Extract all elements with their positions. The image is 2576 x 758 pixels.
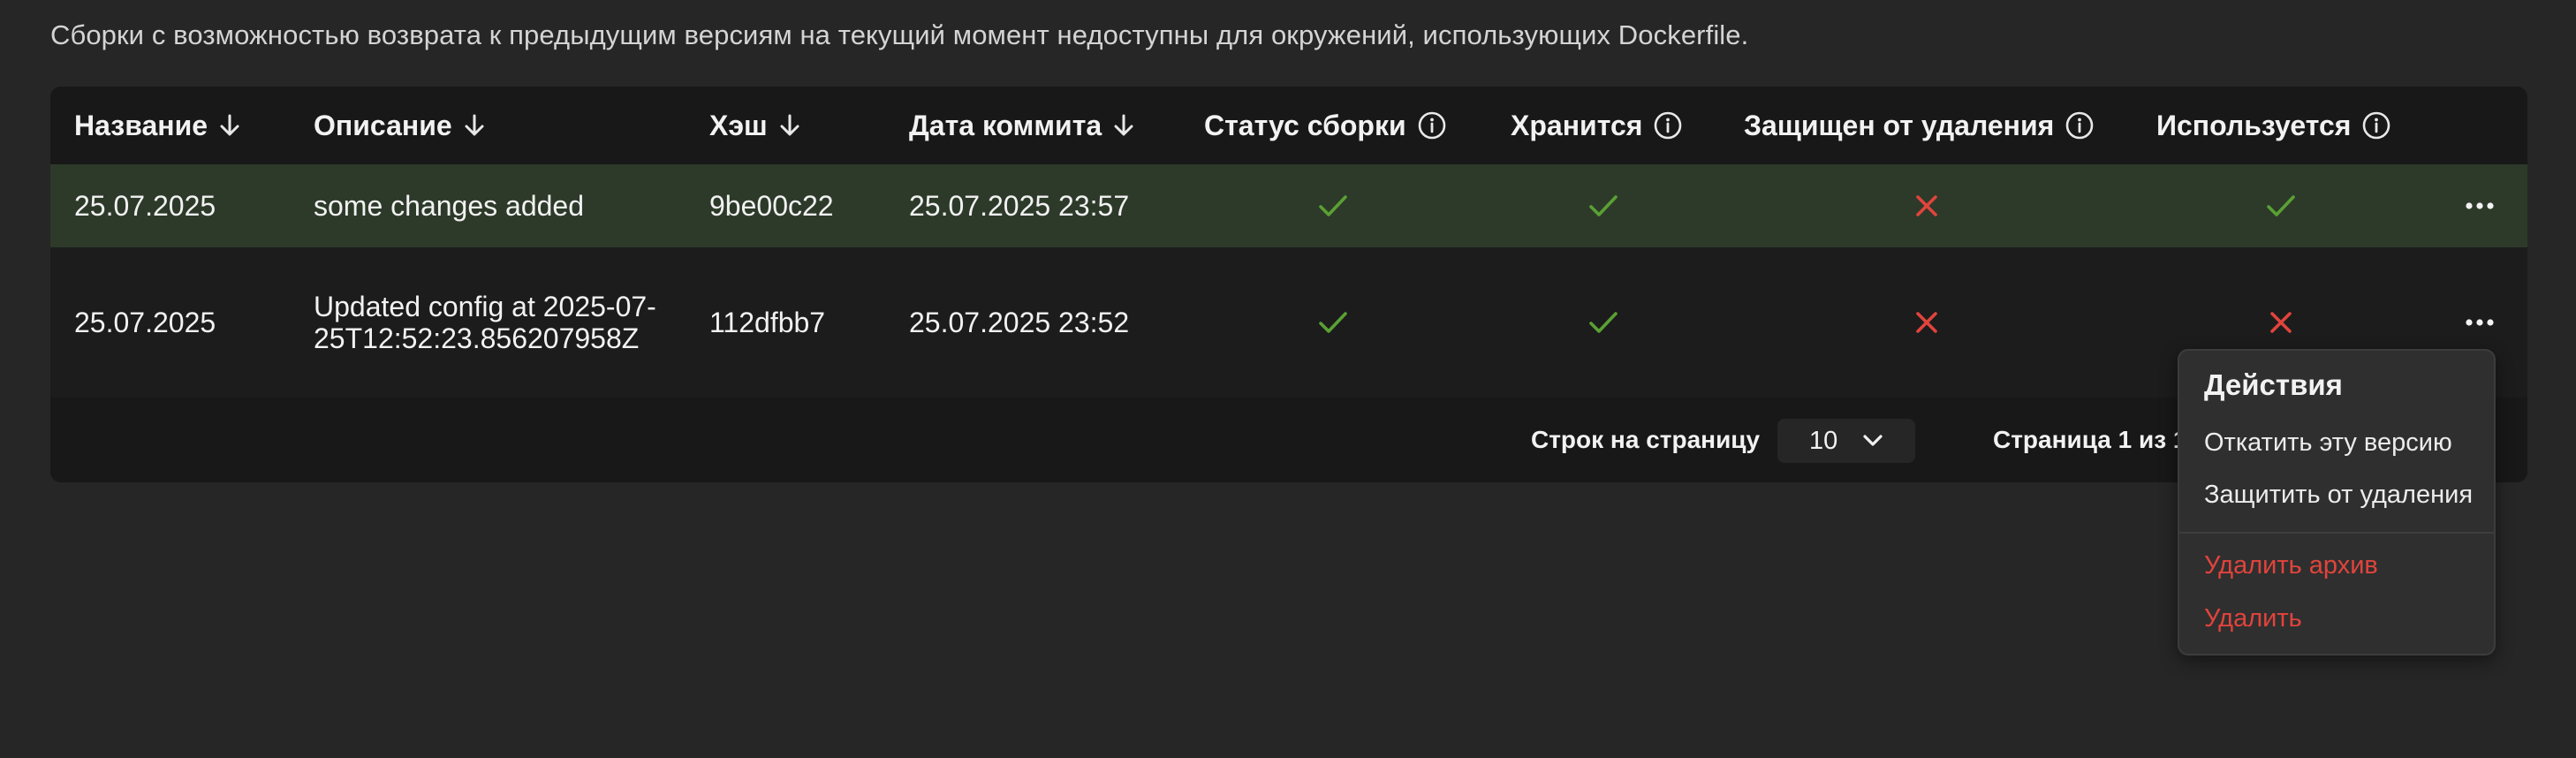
table-row[interactable]: 25.07.2025 Updated config at 2025-07-25T… — [50, 247, 2527, 398]
cell-name: 25.07.2025 — [74, 306, 216, 338]
check-icon — [1589, 312, 1618, 333]
cell-name: 25.07.2025 — [74, 189, 216, 222]
column-label: Статус сборки — [1204, 109, 1406, 141]
rows-per-page-label: Строк на страницу — [1531, 426, 1761, 453]
check-icon — [1319, 195, 1347, 216]
delete-item[interactable]: Удалить — [2204, 604, 2302, 633]
more-actions-icon[interactable] — [2466, 318, 2494, 327]
column-header-used: Используется — [2156, 87, 2391, 164]
column-header-build-status: Статус сборки — [1204, 87, 1447, 164]
info-icon[interactable] — [2065, 110, 2095, 140]
column-label: Хэш — [709, 109, 768, 141]
cross-icon — [2270, 312, 2292, 333]
cross-icon — [1916, 312, 1937, 333]
cell-commit-date: 25.07.2025 23:52 — [909, 306, 1130, 338]
column-label: Защищен от удаления — [1744, 109, 2055, 141]
protect-from-deletion-item[interactable]: Защитить от удаления — [2204, 481, 2473, 510]
column-label: Дата коммита — [909, 109, 1102, 141]
cell-description: Updated config at 2025-07-25T12:52:23.85… — [314, 291, 656, 354]
column-header-description[interactable]: Описание — [314, 87, 486, 164]
rows-per-page-select[interactable]: 10 — [1777, 419, 1915, 463]
table-footer: Строк на страницу 10 Страница 1 из 1 — [50, 398, 2527, 482]
table-header: Название Описание Хэш Дата коммита Стату… — [50, 87, 2527, 164]
actions-menu-title: Действия — [2204, 368, 2343, 401]
rollback-version-item[interactable]: Откатить эту версию — [2204, 428, 2452, 458]
rows-per-page-value: 10 — [1809, 426, 1838, 455]
column-header-stored: Хранится — [1511, 87, 1683, 164]
page-info: Страница 1 из 1 — [1993, 426, 2187, 453]
check-icon — [2267, 195, 2295, 216]
sort-arrow-down-icon — [220, 114, 239, 136]
sort-arrow-down-icon — [465, 114, 484, 136]
delete-archive-item[interactable]: Удалить архив — [2204, 551, 2378, 580]
cell-commit-date: 25.07.2025 23:57 — [909, 189, 1130, 222]
actions-menu: Действия Откатить эту версию Защитить от… — [2178, 349, 2496, 656]
cell-hash: 112dfbb7 — [709, 306, 826, 338]
cross-icon — [1916, 195, 1937, 216]
column-header-commit-date[interactable]: Дата коммита — [909, 87, 1135, 164]
cell-description: some changes added — [314, 189, 584, 222]
column-header-protected: Защищен от удаления — [1744, 87, 2095, 164]
cell-hash: 9be00c22 — [709, 189, 834, 222]
info-icon[interactable] — [1653, 110, 1683, 140]
more-actions-icon[interactable] — [2466, 201, 2494, 210]
column-header-hash[interactable]: Хэш — [709, 87, 801, 164]
column-label: Хранится — [1511, 109, 1643, 141]
sort-arrow-down-icon — [780, 114, 799, 136]
column-label: Используется — [2156, 109, 2352, 141]
column-header-name[interactable]: Название — [74, 87, 241, 164]
check-icon — [1589, 195, 1618, 216]
sort-arrow-down-icon — [1114, 114, 1133, 136]
info-icon[interactable] — [1417, 110, 1447, 140]
column-label: Название — [74, 109, 208, 141]
chevron-down-icon — [1863, 435, 1883, 446]
dockerfile-notice: Сборки с возможностью возврата к предыду… — [50, 19, 1749, 50]
column-label: Описание — [314, 109, 452, 141]
check-icon — [1319, 312, 1347, 333]
table-row[interactable]: 25.07.2025 some changes added 9be00c22 2… — [50, 164, 2527, 247]
info-icon[interactable] — [2361, 110, 2391, 140]
builds-table: Название Описание Хэш Дата коммита Стату… — [50, 87, 2527, 482]
menu-divider — [2179, 532, 2494, 534]
